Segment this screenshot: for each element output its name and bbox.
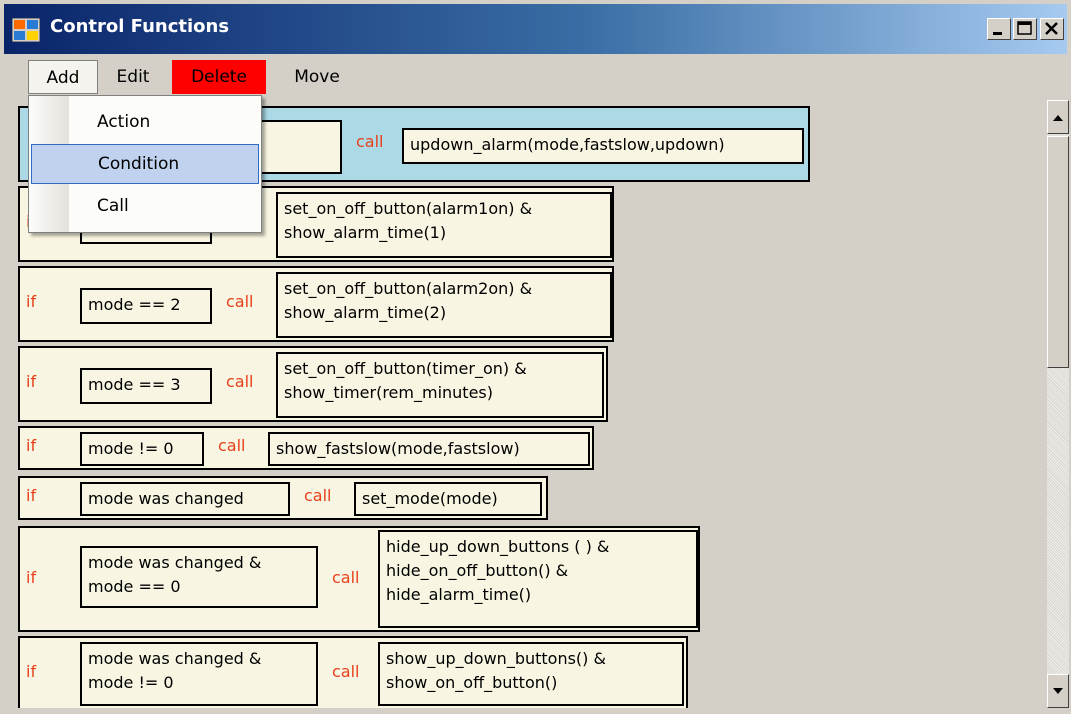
menu-delete[interactable]: Delete xyxy=(172,60,266,94)
if-keyword: if xyxy=(26,568,37,587)
call-box[interactable]: updown_alarm(mode,fastslow,updown) xyxy=(402,128,804,164)
call-line: set_on_off_button(alarm1on) & xyxy=(284,199,533,218)
condition-line: mode == 0 xyxy=(88,577,181,596)
call-line: show_timer(rem_minutes) xyxy=(284,383,493,402)
rule-row[interactable]: if mode was changed & mode != 0 call sho… xyxy=(18,636,688,708)
call-line: show_alarm_time(2) xyxy=(284,303,447,322)
scroll-down-button[interactable] xyxy=(1047,674,1069,708)
if-keyword: if xyxy=(26,372,37,391)
condition-line: mode was changed & xyxy=(88,649,262,668)
condition-box[interactable]: mode was changed & mode == 0 xyxy=(80,546,318,608)
close-button[interactable] xyxy=(1040,18,1064,40)
arrow-down-icon xyxy=(1053,688,1063,694)
menu-add[interactable]: Add xyxy=(28,60,98,94)
call-keyword: call xyxy=(226,292,254,311)
control-functions-window: Control Functions Add Edit Delete Move m… xyxy=(0,0,1071,714)
rule-row[interactable]: if mode was changed & mode == 0 call hid… xyxy=(18,526,700,632)
minimize-button[interactable] xyxy=(987,18,1011,40)
call-keyword: call xyxy=(218,436,246,455)
call-box[interactable]: set_on_off_button(timer_on) & show_timer… xyxy=(276,352,604,418)
maximize-icon xyxy=(1017,21,1032,35)
menu-bar: Add Edit Delete Move xyxy=(4,56,1067,96)
condition-line: mode == 3 xyxy=(88,375,181,394)
rule-row[interactable]: if mode == 3 call set_on_off_button(time… xyxy=(18,346,608,422)
rule-row[interactable]: if mode == 2 call set_on_off_button(alar… xyxy=(18,266,614,342)
if-keyword: if xyxy=(26,486,37,505)
arrow-up-icon xyxy=(1053,115,1063,121)
call-box[interactable]: set_on_off_button(alarm2on) & show_alarm… xyxy=(276,272,612,338)
call-line: show_up_down_buttons() & xyxy=(386,649,606,668)
call-keyword: call xyxy=(332,568,360,587)
menu-move[interactable]: Move xyxy=(276,60,358,94)
call-keyword: call xyxy=(304,486,332,505)
minimize-icon xyxy=(993,32,1002,35)
menu-item-condition[interactable]: Condition xyxy=(31,144,259,184)
close-icon xyxy=(1045,22,1058,35)
scroll-up-button[interactable] xyxy=(1047,100,1069,134)
call-line: show_alarm_time(1) xyxy=(284,223,447,242)
call-box[interactable]: show_up_down_buttons() & show_on_off_but… xyxy=(378,642,684,706)
condition-box[interactable]: mode was changed & mode != 0 xyxy=(80,642,318,706)
call-line: hide_up_down_buttons ( ) & xyxy=(386,537,610,556)
app-icon xyxy=(12,18,40,42)
call-line: show_fastslow(mode,fastslow) xyxy=(276,439,520,458)
menu-edit[interactable]: Edit xyxy=(102,60,164,94)
call-keyword: call xyxy=(226,372,254,391)
condition-line: mode != 0 xyxy=(88,673,174,692)
condition-box[interactable]: mode != 0 xyxy=(80,432,204,466)
menu-item-action[interactable]: Action xyxy=(31,102,259,142)
call-line: set_mode(mode) xyxy=(362,489,498,508)
condition-line: mode != 0 xyxy=(88,439,174,458)
condition-line: mode was changed & xyxy=(88,553,262,572)
window-title: Control Functions xyxy=(50,16,230,37)
call-line: updown_alarm(mode,fastslow,updown) xyxy=(410,135,725,154)
call-keyword: call xyxy=(356,132,384,151)
title-bar[interactable]: Control Functions xyxy=(4,4,1067,54)
call-box[interactable]: set_on_off_button(alarm1on) & show_alarm… xyxy=(276,192,612,258)
condition-line: mode was changed xyxy=(88,489,244,508)
call-box[interactable]: show_fastslow(mode,fastslow) xyxy=(268,432,590,466)
condition-box[interactable]: mode == 3 xyxy=(80,368,212,404)
call-line: hide_alarm_time() xyxy=(386,585,532,604)
call-box[interactable]: hide_up_down_buttons ( ) & hide_on_off_b… xyxy=(378,530,698,628)
if-keyword: if xyxy=(26,436,37,455)
condition-line: mode == 2 xyxy=(88,295,181,314)
call-box[interactable]: set_mode(mode) xyxy=(354,482,542,516)
scroll-thumb[interactable] xyxy=(1047,136,1069,368)
rule-row[interactable]: if mode != 0 call show_fastslow(mode,fas… xyxy=(18,426,594,470)
menu-item-call[interactable]: Call xyxy=(31,186,259,226)
if-keyword: if xyxy=(26,662,37,681)
condition-box[interactable]: mode == 2 xyxy=(80,288,212,324)
maximize-button[interactable] xyxy=(1013,18,1037,40)
condition-box[interactable]: mode was changed xyxy=(80,482,290,516)
call-keyword: call xyxy=(332,662,360,681)
if-keyword: if xyxy=(26,292,37,311)
rule-row[interactable]: if mode was changed call set_mode(mode) xyxy=(18,476,548,520)
call-line: set_on_off_button(timer_on) & xyxy=(284,359,527,378)
call-line: hide_on_off_button() & xyxy=(386,561,569,580)
add-dropdown-menu: Action Condition Call xyxy=(28,95,262,233)
vertical-scrollbar[interactable] xyxy=(1047,100,1069,708)
call-line: set_on_off_button(alarm2on) & xyxy=(284,279,533,298)
call-line: show_on_off_button() xyxy=(386,673,558,692)
